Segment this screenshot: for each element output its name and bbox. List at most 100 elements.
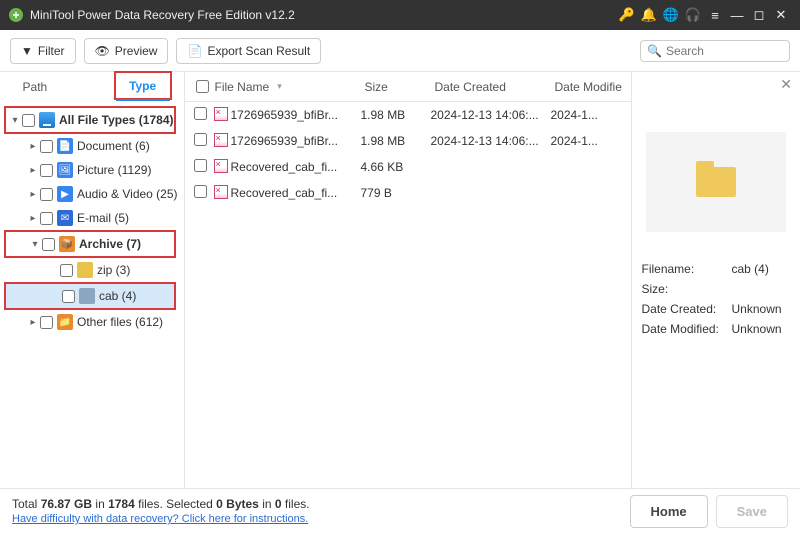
checkbox-picture[interactable] [40,164,53,177]
file-icon [214,159,228,173]
file-list-header: File Name ▾ Size Date Created Date Modif… [185,72,631,102]
tree-label: zip (3) [97,263,130,277]
search-input[interactable] [666,44,800,58]
checkbox-all-types[interactable] [22,114,35,127]
sort-indicator-icon: ▾ [277,81,282,92]
chevron-right-icon[interactable]: ▸ [26,189,40,200]
tree-node-av[interactable]: ▸ ▶ Audio & Video (25) [4,182,180,206]
cell-size: 1.98 MB [361,134,431,148]
maximize-icon[interactable]: ◻ [748,7,770,23]
file-row[interactable]: 1726965939_bfiBr... 1.98 MB 2024-12-13 1… [185,128,631,154]
window-title: MiniTool Power Data Recovery Free Editio… [30,8,295,22]
tree-node-cab[interactable]: cab (4) [6,284,174,308]
left-tabs: Path Type [0,72,184,102]
meta-label-created: Date Created: [642,302,732,316]
footer: Total 76.87 GB in 1784 files. Selected 0… [0,488,800,533]
headphones-icon[interactable]: 🎧 [682,7,704,23]
monitor-icon [39,112,55,128]
filter-icon: ▼ [21,44,33,58]
tree-label: All File Types (1784) [59,113,174,127]
tab-type[interactable]: Type [116,73,170,101]
archive-icon: 📦 [59,236,75,252]
email-icon: ✉ [57,210,73,226]
tree-label: Audio & Video (25) [77,187,178,201]
tree-node-other[interactable]: ▸ 📁 Other files (612) [4,310,180,334]
tree-label: Archive (7) [79,237,141,251]
minimize-icon[interactable]: — [726,8,748,23]
zip-icon [77,262,93,278]
cell-size: 4.66 KB [361,160,431,174]
cell-name: 1726965939_bfiBr... [231,108,361,122]
title-bar: MiniTool Power Data Recovery Free Editio… [0,0,800,30]
tree-node-document[interactable]: ▸ 📄 Document (6) [4,134,180,158]
picture-icon: 🖼 [57,162,73,178]
tree-label: Other files (612) [77,315,163,329]
checkbox-row[interactable] [194,107,207,120]
tree-node-zip[interactable]: zip (3) [4,258,180,282]
close-preview-icon[interactable]: ✕ [780,76,792,93]
preview-label: Preview [115,44,158,58]
cell-size: 779 B [361,186,431,200]
document-icon: 📄 [57,138,73,154]
checkbox-cab[interactable] [62,290,75,303]
checkbox-document[interactable] [40,140,53,153]
chevron-down-icon[interactable]: ▾ [8,115,22,126]
checkbox-av[interactable] [40,188,53,201]
cell-modified: 2024-1... [551,134,621,148]
left-panel: Path Type ▾ All File Types (1784) ▸ 📄 Do… [0,72,185,488]
chevron-right-icon[interactable]: ▸ [26,317,40,328]
checkbox-row[interactable] [194,133,207,146]
search-icon: 🔍 [647,44,662,58]
meta-value-modified: Unknown [732,322,791,336]
file-list-body: 1726965939_bfiBr... 1.98 MB 2024-12-13 1… [185,102,631,488]
checkbox-other[interactable] [40,316,53,329]
tree-node-email[interactable]: ▸ ✉ E-mail (5) [4,206,180,230]
menu-icon[interactable]: ≡ [704,8,726,23]
checkbox-row[interactable] [194,185,207,198]
chevron-right-icon[interactable]: ▸ [26,165,40,176]
tree-node-all-types[interactable]: ▾ All File Types (1784) [6,108,174,132]
file-icon [214,185,228,199]
checkbox-row[interactable] [194,159,207,172]
file-row[interactable]: 1726965939_bfiBr... 1.98 MB 2024-12-13 1… [185,102,631,128]
export-icon: 📄 [187,44,202,58]
checkbox-email[interactable] [40,212,53,225]
bell-icon[interactable]: 🔔 [638,7,660,23]
globe-icon[interactable]: 🌐 [660,7,682,23]
file-row[interactable]: Recovered_cab_fi... 779 B [185,180,631,206]
close-icon[interactable]: ✕ [770,7,792,23]
col-header-created[interactable]: Date Created [435,80,555,94]
cell-name: 1726965939_bfiBr... [231,134,361,148]
chevron-right-icon[interactable]: ▸ [26,213,40,224]
key-icon[interactable]: 🔑 [616,7,638,23]
cell-modified: 2024-1... [551,108,621,122]
folder-icon [696,167,736,197]
checkbox-zip[interactable] [60,264,73,277]
col-header-size[interactable]: Size [365,80,435,94]
save-button[interactable]: Save [716,495,788,528]
search-box[interactable]: 🔍 [640,40,790,62]
preview-button[interactable]: 👁 Preview [84,38,169,64]
checkbox-archive[interactable] [42,238,55,251]
chevron-down-icon[interactable]: ▾ [28,239,42,250]
tree-label: Picture (1129) [77,163,151,177]
col-header-modified[interactable]: Date Modifie [555,80,625,94]
eye-icon: 👁 [95,44,110,58]
tab-path[interactable]: Path [8,72,62,102]
tree-node-archive[interactable]: ▾ 📦 Archive (7) [6,232,174,256]
chevron-right-icon[interactable]: ▸ [26,141,40,152]
filter-label: Filter [38,44,65,58]
col-header-name[interactable]: File Name ▾ [215,80,365,94]
meta-value-size [732,282,791,296]
tree-label: E-mail (5) [77,211,129,225]
file-row[interactable]: Recovered_cab_fi... 4.66 KB [185,154,631,180]
tree-node-picture[interactable]: ▸ 🖼 Picture (1129) [4,158,180,182]
meta-label-filename: Filename: [642,262,732,276]
toolbar: ▼ Filter 👁 Preview 📄 Export Scan Result … [0,30,800,72]
home-button[interactable]: Home [630,495,708,528]
filter-button[interactable]: ▼ Filter [10,38,76,64]
meta-value-created: Unknown [732,302,791,316]
help-link[interactable]: Have difficulty with data recovery? Clic… [12,513,310,525]
export-button[interactable]: 📄 Export Scan Result [176,38,321,64]
checkbox-select-all[interactable] [196,80,209,93]
